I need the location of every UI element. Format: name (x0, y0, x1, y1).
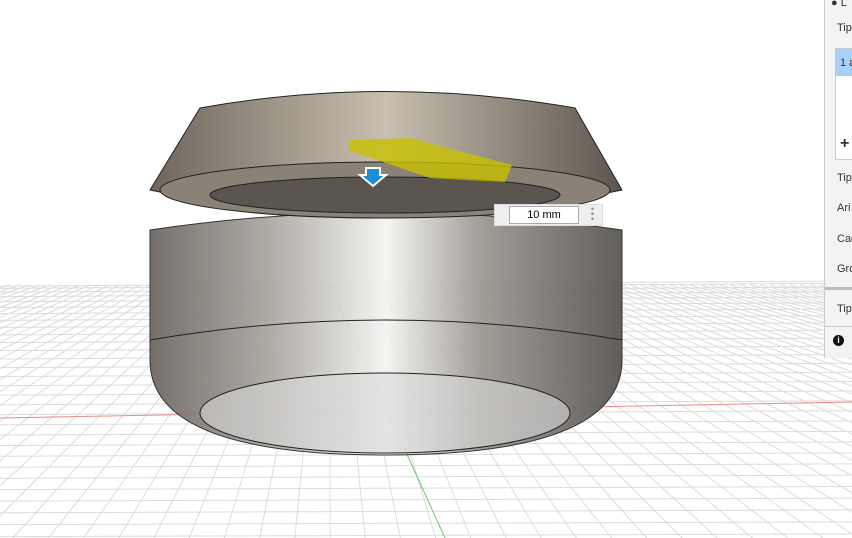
grid-line (0, 509, 852, 514)
panel-header: ● L (831, 0, 847, 9)
grid-line (0, 284, 41, 300)
type-label-3: Tip (837, 303, 852, 315)
type-label: Tip (837, 22, 852, 34)
grid-line (0, 533, 852, 538)
grid-line (0, 284, 141, 360)
more-options-icon[interactable]: • • • (591, 205, 594, 224)
dimension-input-box: ••• (494, 204, 603, 226)
grid-line (0, 284, 11, 289)
viewport-3d[interactable] (0, 0, 852, 538)
thickness-label: Gro (837, 263, 852, 275)
grid-line (0, 284, 51, 304)
grid-line (0, 284, 151, 370)
distance-input[interactable] (509, 206, 579, 224)
grid-line (0, 284, 171, 393)
grid-line (0, 474, 852, 479)
cad-label: Cad (837, 233, 852, 245)
grid-line (0, 284, 21, 293)
list-item[interactable]: 1 a (840, 57, 852, 69)
grid-line (0, 284, 101, 330)
add-icon[interactable]: + (840, 135, 849, 153)
grid-line (0, 284, 161, 381)
model-body (149, 91, 623, 456)
grid-line (0, 284, 61, 308)
grid-line (0, 284, 31, 296)
grid-line (0, 284, 121, 343)
properties-panel: ● L Tip 1 a + Tip Ari Cad Gro Tip i (824, 0, 852, 358)
grid-line (0, 497, 852, 502)
info-icon[interactable]: i (833, 335, 844, 346)
selection-list[interactable]: 1 a + (835, 48, 852, 160)
edge-label: Ari (837, 202, 851, 214)
type-label-2: Tip (837, 172, 852, 184)
